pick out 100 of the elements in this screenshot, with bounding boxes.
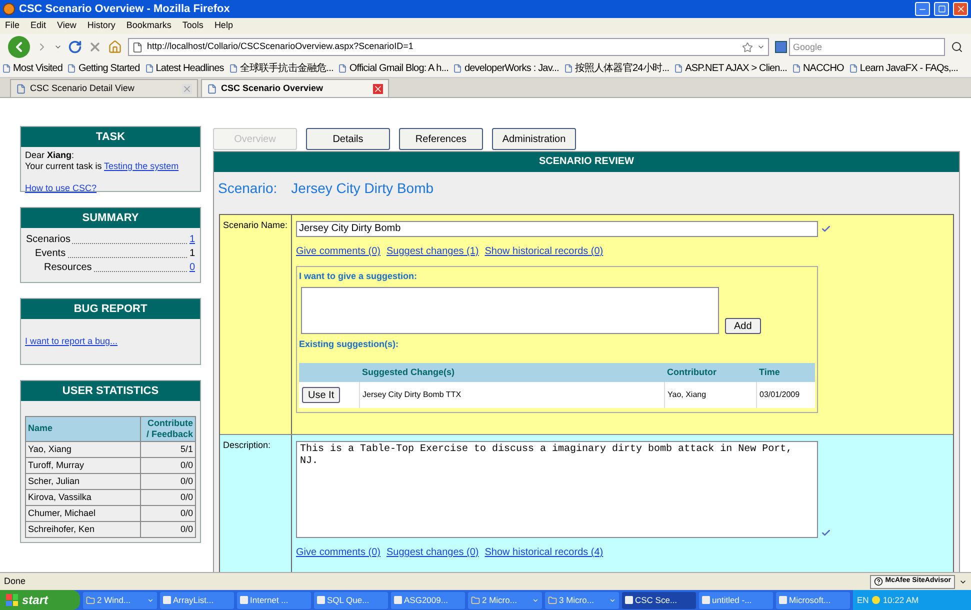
- clock: 10:22 AM: [882, 594, 919, 606]
- help-icon: [874, 577, 884, 586]
- close-button[interactable]: [953, 2, 968, 16]
- field-label: Scenario Name:: [220, 215, 292, 434]
- bookmark[interactable]: NACCHO: [792, 61, 844, 76]
- app-icon: [779, 596, 787, 604]
- page-tab[interactable]: Administration: [492, 128, 576, 150]
- page-tab[interactable]: Details: [306, 128, 390, 150]
- app-icon: [394, 596, 402, 604]
- minimize-button[interactable]: [915, 2, 930, 16]
- menu-item[interactable]: Edit: [30, 19, 46, 33]
- search-field[interactable]: Google: [789, 38, 945, 56]
- table-cell: 5/1: [140, 442, 196, 458]
- stop-icon[interactable]: [88, 40, 102, 54]
- summary-label: Resources: [44, 261, 92, 275]
- taskbar-button[interactable]: SQL Que...: [314, 592, 388, 608]
- bookmark[interactable]: Latest Headlines: [144, 61, 224, 76]
- description-field[interactable]: This is a Table-Top Exercise to discuss a imaginary dirty bomb attack in New Port, NJ.: [296, 441, 818, 538]
- taskbar-button[interactable]: Microsoft...: [776, 592, 850, 608]
- windows-logo-icon: [6, 594, 18, 606]
- menu-item[interactable]: View: [57, 19, 76, 33]
- maximize-icon: [938, 5, 946, 13]
- name-field[interactable]: Jersey City Dirty Bomb: [296, 221, 818, 237]
- suggestion-input[interactable]: [301, 286, 719, 334]
- maximize-button[interactable]: [934, 2, 949, 16]
- address-field[interactable]: http://localhost/Collario/CSCScenarioOverview.aspx?ScenarioID=1: [128, 38, 769, 56]
- page-icon: [132, 42, 143, 52]
- column-header: Contribute / Feedback: [140, 416, 196, 442]
- link[interactable]: Give comments (0): [296, 545, 380, 560]
- tray-icon[interactable]: [872, 596, 880, 604]
- panel-title: USER STATISTICS: [21, 381, 200, 401]
- bookmark[interactable]: Most Visited: [2, 61, 62, 76]
- taskbar-button[interactable]: ArrayList...: [160, 592, 234, 608]
- taskbar-button[interactable]: CSC Sce...: [622, 592, 696, 608]
- link[interactable]: Suggest changes (1): [386, 244, 479, 259]
- bookmark[interactable]: 按照人体器官24小时...: [564, 61, 670, 76]
- use-it-button[interactable]: Use It: [302, 387, 340, 403]
- bookmark[interactable]: Official Gmail Blog: A h...: [338, 61, 448, 76]
- taskbar-button[interactable]: 2 Wind...: [83, 592, 157, 608]
- link[interactable]: Show historical records (0): [484, 244, 604, 259]
- menu-item[interactable]: History: [87, 19, 116, 33]
- menu-item[interactable]: Bookmarks: [126, 19, 172, 33]
- menu-item[interactable]: Tools: [182, 19, 204, 33]
- dropdown-icon[interactable]: [757, 43, 765, 51]
- taskbar-button[interactable]: ASG2009...: [391, 592, 465, 608]
- folder-icon: [86, 596, 95, 604]
- taskbar-button[interactable]: untitled -...: [699, 592, 773, 608]
- browser-tab[interactable]: CSC Scenario Overview: [201, 79, 389, 97]
- page-tab[interactable]: References: [399, 128, 483, 150]
- browser-tab[interactable]: CSC Scenario Detail View: [10, 79, 198, 97]
- table-cell: Turoff, Murray: [26, 458, 140, 474]
- link[interactable]: Show historical records (4): [484, 545, 604, 560]
- bug-report-link[interactable]: I want to report a bug...: [25, 334, 118, 348]
- close-tab-icon[interactable]: [373, 84, 383, 94]
- help-link[interactable]: How to use CSC?: [25, 183, 196, 194]
- summary-count-link[interactable]: 0: [189, 260, 195, 275]
- taskbar-button[interactable]: Internet ...: [237, 592, 311, 608]
- close-icon: [956, 4, 966, 14]
- task-link[interactable]: Testing the system: [104, 161, 179, 171]
- suggestion-heading: I want to give a suggestion:: [299, 270, 418, 283]
- reload-icon[interactable]: [68, 40, 82, 54]
- taskbar-button[interactable]: 2 Micro...: [468, 592, 542, 608]
- search-icon[interactable]: [951, 41, 963, 53]
- bookmark-star-icon[interactable]: [742, 42, 753, 52]
- column-header: Time: [756, 363, 815, 382]
- table-cell: 03/01/2009: [756, 382, 815, 408]
- link[interactable]: Give comments (0): [296, 244, 380, 259]
- start-button[interactable]: start: [0, 590, 80, 610]
- page-icon: [338, 64, 348, 73]
- bookmark[interactable]: Getting Started: [67, 61, 140, 76]
- folder-icon: [548, 596, 557, 604]
- bookmark[interactable]: 全球联手抗击金融危...: [228, 61, 334, 76]
- link[interactable]: Suggest changes (0): [386, 545, 479, 560]
- history-dropdown-icon[interactable]: [54, 43, 62, 51]
- page-icon: [848, 64, 858, 73]
- summary-label: Scenarios: [26, 233, 70, 247]
- caret-icon: [147, 596, 154, 604]
- existing-heading: Existing suggestion(s):: [299, 338, 400, 351]
- summary-count-link[interactable]: 1: [189, 232, 195, 247]
- taskbar-button[interactable]: 3 Micro...: [545, 592, 619, 608]
- bookmark[interactable]: ASP.NET AJAX > Clien...: [674, 61, 787, 76]
- app-icon: [317, 596, 325, 604]
- bookmark[interactable]: Learn JavaFX - FAQs,...: [848, 61, 958, 76]
- home-icon[interactable]: [108, 40, 122, 54]
- menu-item[interactable]: Help: [214, 19, 233, 33]
- app-icon: [702, 596, 710, 604]
- page-icon: [674, 64, 684, 73]
- add-button[interactable]: Add: [725, 318, 761, 334]
- url-text: http://localhost/Collario/CSCScenarioOverview.aspx?ScenarioID=1: [147, 40, 414, 54]
- back-button[interactable]: [8, 36, 30, 58]
- header-cell: [299, 363, 359, 382]
- table-cell: Yao, Xiang: [664, 382, 756, 408]
- search-engine-icon[interactable]: [775, 41, 787, 53]
- close-tab-icon[interactable]: [182, 84, 192, 94]
- page-icon: [453, 64, 462, 73]
- app-icon: [240, 596, 248, 604]
- bookmark[interactable]: developerWorks : Jav...: [453, 61, 559, 76]
- folder-icon: [471, 596, 480, 604]
- menu-item[interactable]: File: [5, 19, 20, 33]
- status-text: Done: [4, 574, 27, 588]
